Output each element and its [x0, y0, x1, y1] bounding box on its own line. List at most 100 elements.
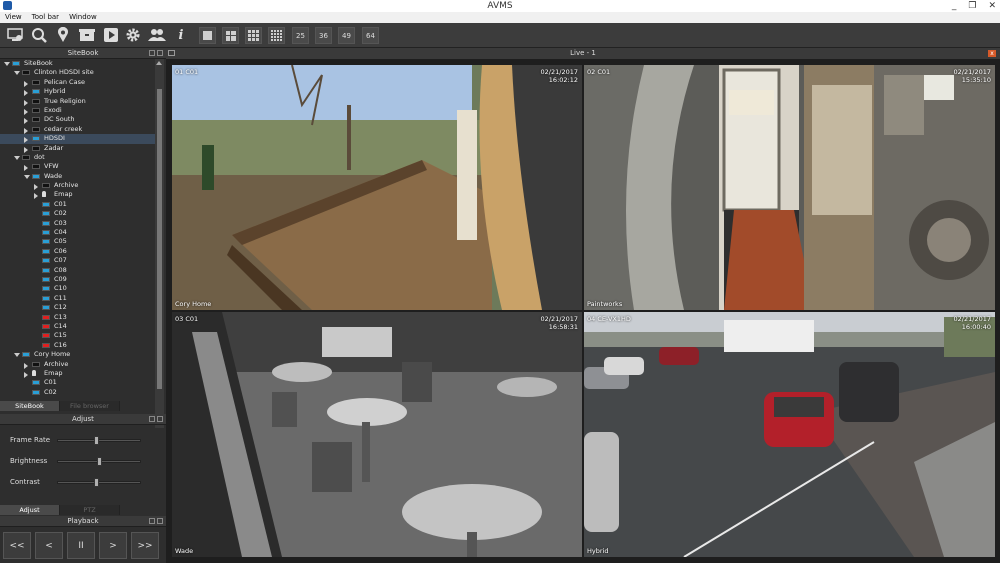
zoom-icon[interactable] — [30, 26, 48, 44]
tree-item[interactable]: Exodi — [0, 106, 155, 115]
tree-item[interactable]: C11 — [0, 294, 155, 303]
collapse-arrow-icon[interactable] — [24, 90, 28, 97]
minimize-button[interactable]: _ — [952, 0, 957, 12]
users-icon[interactable] — [148, 26, 166, 44]
play-button[interactable]: > — [99, 532, 127, 559]
layout-36-button[interactable]: 36 — [315, 27, 332, 44]
tab-ptz[interactable]: PTZ — [60, 505, 120, 515]
float-playback-icon[interactable] — [149, 518, 155, 524]
scroll-thumb[interactable] — [157, 89, 162, 389]
collapse-arrow-icon[interactable] — [34, 193, 38, 200]
menu-toolbar[interactable]: Tool bar — [27, 12, 64, 23]
tree-item[interactable]: Clinton HDSDI site — [0, 68, 155, 77]
restore-button[interactable]: ❐ — [968, 0, 976, 12]
tree-item[interactable]: Pelican Case — [0, 78, 155, 87]
tree-item[interactable]: Cory Home — [0, 350, 155, 359]
playback-icon[interactable] — [102, 26, 120, 44]
tree-item[interactable]: C03 — [0, 219, 155, 228]
tree-item[interactable]: C15 — [0, 331, 155, 340]
contrast-knob[interactable] — [94, 478, 100, 487]
monitor-icon[interactable] — [6, 26, 24, 44]
layout-49-button[interactable]: 49 — [338, 27, 355, 44]
tab-adjust[interactable]: Adjust — [0, 505, 60, 515]
map-pin-icon[interactable] — [54, 26, 72, 44]
pause-button[interactable]: II — [67, 532, 95, 559]
tree-item[interactable]: Emap — [0, 190, 155, 200]
fast-forward-button[interactable]: >> — [131, 532, 159, 559]
close-adjust-icon[interactable] — [157, 416, 163, 422]
tree-scrollbar[interactable] — [155, 59, 164, 447]
tree-item[interactable]: C12 — [0, 303, 155, 312]
collapse-arrow-icon[interactable] — [24, 108, 28, 115]
menu-view[interactable]: View — [0, 12, 27, 23]
tree-item[interactable]: C05 — [0, 237, 155, 246]
expand-arrow-icon[interactable] — [14, 155, 20, 160]
close-panel-icon[interactable] — [157, 50, 163, 56]
layout-1-button[interactable] — [199, 27, 216, 44]
scroll-up-icon[interactable] — [156, 61, 162, 65]
tree-item[interactable]: C10 — [0, 284, 155, 293]
float-adjust-icon[interactable] — [149, 416, 155, 422]
collapse-arrow-icon[interactable] — [24, 118, 28, 125]
collapse-arrow-icon[interactable] — [24, 362, 28, 369]
layout-9-button[interactable] — [245, 27, 262, 44]
camera-tile-3[interactable]: 03 C01 02/21/2017 16:58:31 Wade — [172, 312, 582, 557]
collapse-arrow-icon[interactable] — [24, 137, 28, 144]
close-window-button[interactable]: ✕ — [988, 0, 996, 12]
tree-item[interactable]: HDSDI — [0, 134, 155, 144]
camera-tile-4[interactable]: 04 CE-VX1HD 02/21/2017 16:00:40 Hybrid — [584, 312, 995, 557]
tree-item[interactable]: C08 — [0, 266, 155, 275]
tree-item[interactable]: cedar creek — [0, 125, 155, 134]
settings-icon[interactable] — [124, 26, 142, 44]
rewind-button[interactable]: << — [3, 532, 31, 559]
tree-item[interactable]: SiteBook — [0, 59, 155, 68]
layout-25-button[interactable]: 25 — [292, 27, 309, 44]
camera-tile-2[interactable]: 02 C01 02/21/2017 15:35:10 Paintworks — [584, 65, 995, 310]
step-back-button[interactable]: < — [35, 532, 63, 559]
tree-item[interactable]: C01 — [0, 200, 155, 209]
tree-item[interactable]: C02 — [0, 209, 155, 218]
frame-rate-knob[interactable] — [94, 436, 100, 445]
tree-item[interactable]: C16 — [0, 341, 155, 350]
collapse-arrow-icon[interactable] — [24, 165, 28, 172]
layout-64-button[interactable]: 64 — [362, 27, 379, 44]
collapse-arrow-icon[interactable] — [34, 184, 38, 191]
tree-item[interactable]: C09 — [0, 275, 155, 284]
expand-arrow-icon[interactable] — [24, 174, 30, 179]
collapse-arrow-icon[interactable] — [24, 371, 28, 378]
tree-item[interactable]: C04 — [0, 228, 155, 237]
tree-item[interactable]: Hybrid — [0, 87, 155, 97]
layout-16-button[interactable] — [268, 27, 285, 44]
tree-item[interactable]: Archive — [0, 360, 155, 369]
close-live-button[interactable]: x — [988, 50, 996, 57]
expand-arrow-icon[interactable] — [4, 62, 10, 66]
tree-item[interactable]: C14 — [0, 322, 155, 331]
tree-item[interactable]: True Religion — [0, 97, 155, 106]
tree-item[interactable]: dot — [0, 153, 155, 162]
tree-item[interactable]: C02 — [0, 388, 155, 397]
close-playback-icon[interactable] — [157, 518, 163, 524]
layout-4-button[interactable] — [222, 27, 239, 44]
tree-item[interactable]: C07 — [0, 256, 155, 265]
tree-item[interactable]: Emap — [0, 369, 155, 378]
tab-sitebook[interactable]: SiteBook — [0, 401, 60, 411]
menu-window[interactable]: Window — [64, 12, 102, 23]
tree-item[interactable]: Archive — [0, 181, 155, 191]
collapse-arrow-icon[interactable] — [24, 146, 28, 153]
camera-tile-1[interactable]: 01 C01 02/21/2017 16:02:12 Cory Home — [172, 65, 582, 310]
archive-icon[interactable] — [78, 26, 96, 44]
tree-item[interactable]: Zadar — [0, 144, 155, 153]
brightness-knob[interactable] — [97, 457, 102, 466]
tab-file-browser[interactable]: File browser — [60, 401, 120, 411]
expand-arrow-icon[interactable] — [14, 71, 20, 76]
collapse-arrow-icon[interactable] — [24, 127, 28, 134]
tree-item[interactable]: C01 — [0, 378, 155, 387]
info-icon[interactable]: i — [172, 26, 190, 44]
collapse-arrow-icon[interactable] — [24, 80, 28, 87]
tree-item[interactable]: VFW — [0, 162, 155, 172]
pin-icon[interactable] — [168, 50, 175, 56]
tree-item[interactable]: DC South — [0, 115, 155, 125]
collapse-arrow-icon[interactable] — [24, 99, 28, 106]
expand-arrow-icon[interactable] — [14, 353, 20, 358]
float-panel-icon[interactable] — [149, 50, 155, 56]
